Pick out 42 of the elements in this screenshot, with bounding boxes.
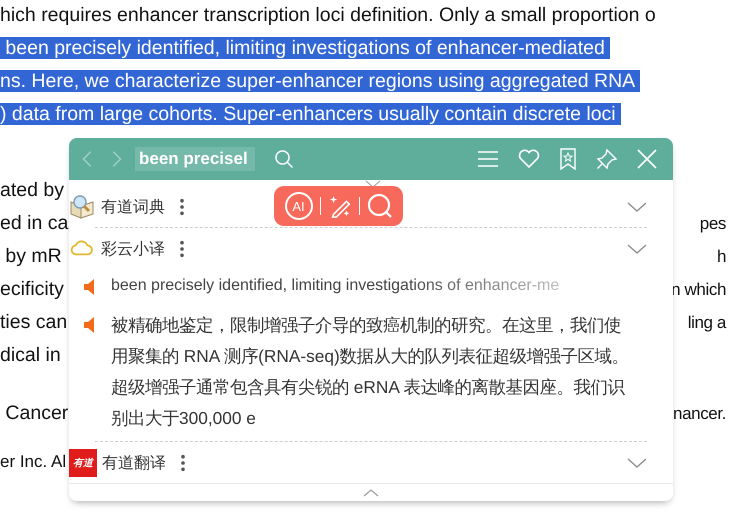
article-text: ns. Here, we characterize super-enhancer regions using aggregated RNA	[0, 70, 640, 92]
article-text: dical in	[0, 344, 61, 366]
more-icon[interactable]	[179, 240, 185, 258]
article-text: h	[716, 246, 727, 268]
article-text: er Inc. Al	[0, 452, 66, 471]
caret-icon	[365, 180, 381, 188]
article-text: been precisely identified, limiting investigations of enhancer-mediated	[0, 37, 610, 59]
menu-icon[interactable]	[477, 150, 499, 168]
search-icon[interactable]	[274, 149, 294, 169]
more-icon[interactable]	[179, 198, 185, 216]
source-text: been precisely identified, limiting investigations of enhancer-me	[111, 276, 560, 296]
more-icon[interactable]	[180, 454, 186, 472]
chevron-down-icon[interactable]	[627, 202, 647, 212]
article-text: nancer.	[673, 403, 727, 425]
magic-pen-icon[interactable]	[328, 194, 352, 218]
translation-text: 被精确地鉴定，限制增强子介导的致癌机制的研究。在这里，我们使用聚集的 RNA 测序(RNA-seq)数据从大的队列表征超级增强子区域。超级增强子通常包含具有尖锐的 eRNA 表达峰的离散基因座。我们识别出大于300,000 e	[111, 314, 630, 430]
section-title[interactable]: 有道翻译	[102, 452, 166, 474]
heart-icon[interactable]	[518, 149, 540, 169]
article-text: Cancer	[4, 402, 68, 424]
article-text: by mR	[4, 245, 62, 267]
article-text: ) data from large cohorts. Super-enhancers usually contain discrete loci	[0, 103, 622, 125]
article-text: hich requires enhancer transcription loci definition. Only a small proportion o	[0, 4, 656, 26]
logo-icon: 有道	[69, 449, 97, 477]
section-title[interactable]: 有道词典	[101, 196, 165, 218]
speaker-icon[interactable]	[83, 278, 95, 296]
article-text: ties can	[0, 311, 68, 333]
section-title[interactable]: 彩云小译	[101, 238, 165, 260]
article-text: ecificity	[0, 278, 64, 300]
search-icon[interactable]	[366, 193, 392, 219]
pin-icon[interactable]	[596, 148, 618, 170]
article-text: ated by	[0, 179, 64, 201]
article-text: ling a	[688, 312, 727, 334]
chevron-up-icon[interactable]	[363, 488, 379, 496]
speaker-icon[interactable]	[83, 316, 95, 334]
bookmark-star-icon[interactable]	[559, 148, 577, 170]
close-icon[interactable]	[637, 149, 657, 169]
article-text: pes	[700, 213, 727, 235]
book-magnifier-icon	[69, 194, 95, 220]
chevron-down-icon[interactable]	[627, 458, 647, 468]
article-text: ed in ca	[0, 212, 68, 234]
cloud-icon	[69, 240, 95, 258]
chevron-down-icon[interactable]	[627, 244, 647, 254]
